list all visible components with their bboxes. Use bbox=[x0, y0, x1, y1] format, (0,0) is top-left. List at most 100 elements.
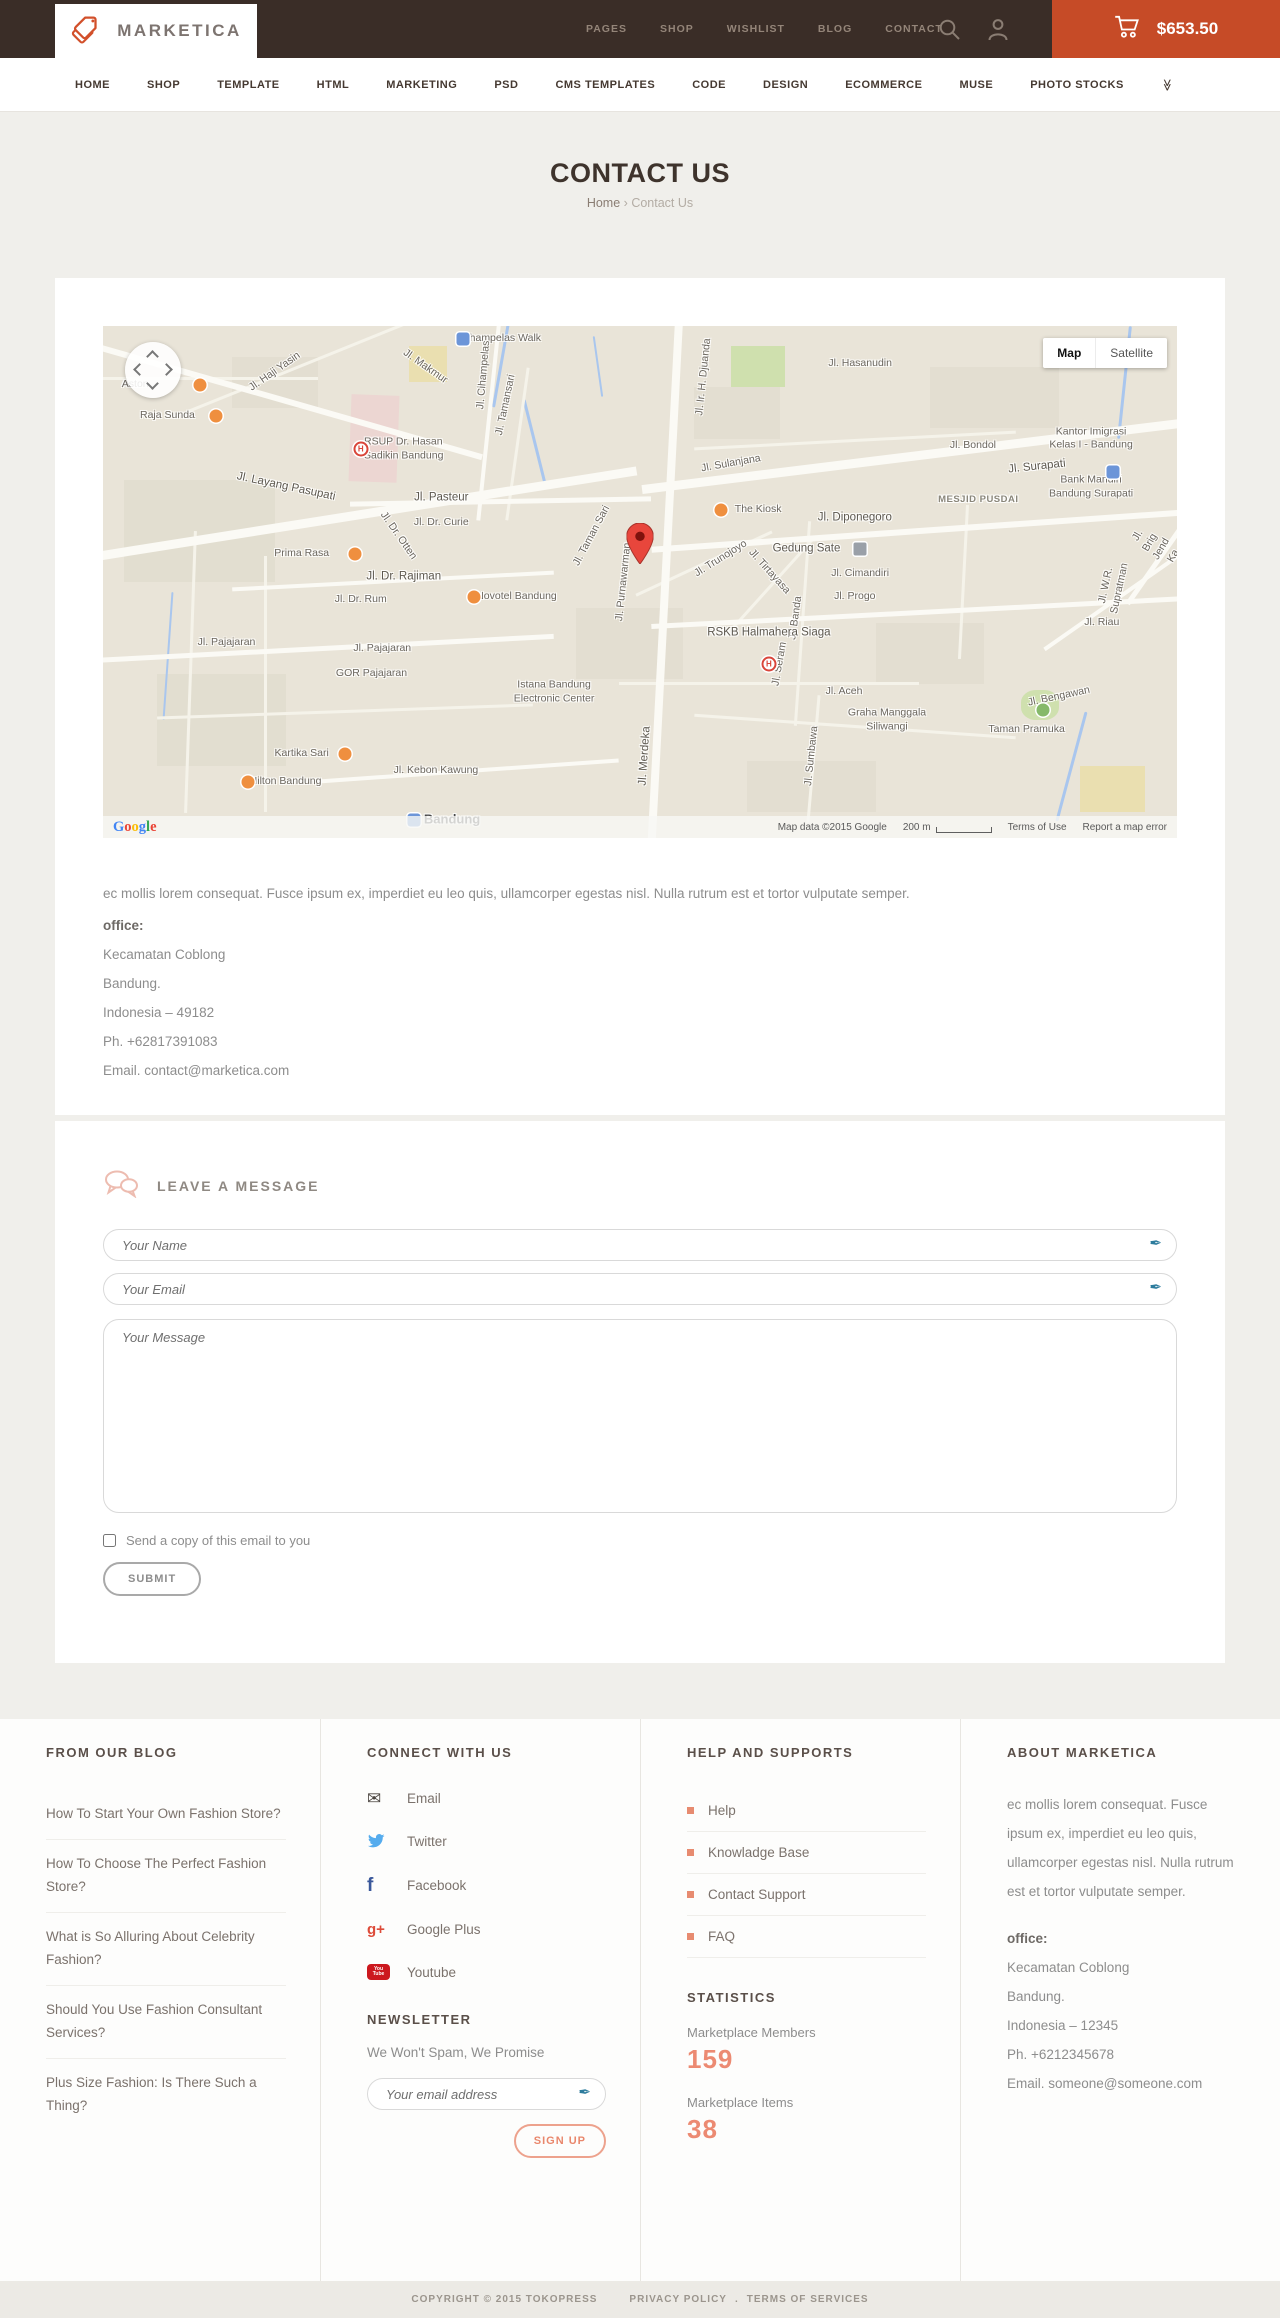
blog-link[interactable]: What is So Alluring About Celebrity Fash… bbox=[46, 1913, 286, 1986]
terms-of-use-link[interactable]: Terms of Use bbox=[1008, 822, 1067, 833]
google-map[interactable]: Cihampelas Walk Jl. Hasanudin Raja Sunda… bbox=[103, 326, 1177, 838]
nav-item-ecommerce[interactable]: ECOMMERCE bbox=[845, 79, 922, 91]
map-label: Jl. Hasanudin bbox=[828, 357, 892, 370]
breadcrumb-home-link[interactable]: Home bbox=[587, 196, 620, 210]
nav-item-shop[interactable]: SHOP bbox=[147, 79, 180, 91]
pan-up-icon[interactable] bbox=[146, 350, 159, 363]
map-pan-control[interactable] bbox=[125, 342, 181, 398]
nav-item-home[interactable]: HOME bbox=[75, 79, 110, 91]
nav-item-design[interactable]: DESIGN bbox=[763, 79, 808, 91]
map-scale-label: 200 m bbox=[902, 821, 931, 833]
address-line: Email. contact@marketica.com bbox=[103, 1063, 290, 1078]
cart-button[interactable]: $653.50 bbox=[1052, 0, 1280, 58]
blog-link[interactable]: Should You Use Fashion Consultant Servic… bbox=[46, 1986, 286, 2059]
map-pin[interactable] bbox=[626, 522, 654, 569]
copyright-text: COPYRIGHT © 2015 TOKOPRESS bbox=[411, 2294, 598, 2305]
newsletter-heading: NEWSLETTER bbox=[367, 2012, 472, 2027]
nav-item-cms-templates[interactable]: CMS TEMPLATES bbox=[555, 79, 655, 91]
members-count: 159 bbox=[687, 2044, 734, 2074]
map-label: Jl. Brig Jend Ka bbox=[1129, 527, 1177, 565]
copyright-separator: . bbox=[734, 2294, 739, 2305]
connect-googleplus-link[interactable]: g+ Google Plus bbox=[367, 1922, 606, 1937]
header-menu-pages[interactable]: PAGES bbox=[586, 23, 627, 35]
nav-item-template[interactable]: TEMPLATE bbox=[217, 79, 279, 91]
brand-logo[interactable]: MARKETICA bbox=[55, 4, 257, 58]
blog-link[interactable]: How To Choose The Perfect Fashion Store? bbox=[46, 1840, 286, 1913]
faq-link[interactable]: FAQ bbox=[687, 1916, 926, 1958]
map-label: Istana Bandung Electronic Center bbox=[513, 678, 595, 705]
newsletter-email-input[interactable] bbox=[367, 2078, 606, 2110]
help-label: FAQ bbox=[708, 1929, 736, 1944]
nav-more-chevron-icon[interactable]: ≫ bbox=[1160, 78, 1174, 91]
send-copy-label: Send a copy of this email to you bbox=[126, 1533, 311, 1548]
map-label: Cihampelas Walk bbox=[459, 331, 542, 344]
nav-item-psd[interactable]: PSD bbox=[494, 79, 518, 91]
footer-blog-column: FROM OUR BLOG How To Start Your Own Fash… bbox=[0, 1719, 320, 2281]
blog-link[interactable]: Plus Size Fashion: Is There Such a Thing… bbox=[46, 2059, 286, 2131]
search-icon[interactable] bbox=[938, 18, 961, 41]
terms-of-services-link[interactable]: TERMS OF SERVICES bbox=[747, 2294, 869, 2305]
header-menu-contact[interactable]: CONTACT bbox=[885, 23, 943, 35]
nav-item-html[interactable]: HTML bbox=[317, 79, 350, 91]
pen-icon: ✒ bbox=[1149, 1235, 1162, 1252]
contact-info-card: Cihampelas Walk Jl. Hasanudin Raja Sunda… bbox=[55, 278, 1225, 1115]
submit-button[interactable]: SUBMIT bbox=[103, 1562, 202, 1596]
blog-heading: FROM OUR BLOG bbox=[46, 1745, 178, 1760]
restaurant-poi-icon bbox=[338, 747, 352, 761]
header-menu-wishlist[interactable]: WISHLIST bbox=[727, 23, 785, 35]
map-label: Novotel Bandung bbox=[476, 590, 557, 603]
user-account-icon[interactable] bbox=[987, 18, 1009, 41]
pan-right-icon[interactable] bbox=[160, 363, 173, 376]
office-label: office: bbox=[103, 918, 144, 933]
address-line: Ph. +62817391083 bbox=[103, 1034, 218, 1049]
address-line: Ph. +6212345678 bbox=[1007, 2047, 1114, 2062]
pan-left-icon[interactable] bbox=[133, 363, 146, 376]
map-road-pajajaran bbox=[103, 633, 554, 664]
connect-twitter-link[interactable]: Twitter bbox=[367, 1834, 606, 1849]
message-textarea[interactable] bbox=[103, 1319, 1177, 1513]
connect-youtube-link[interactable]: You Tube Youtube bbox=[367, 1964, 606, 1980]
nav-item-code[interactable]: CODE bbox=[692, 79, 726, 91]
square-bullet-icon bbox=[687, 1933, 694, 1940]
map-label: Bank Mandiri Bandung Surapati bbox=[1049, 473, 1134, 500]
email-input[interactable] bbox=[103, 1273, 1177, 1305]
park-poi-icon bbox=[1036, 703, 1050, 717]
connect-email-link[interactable]: ✉ Email bbox=[367, 1790, 606, 1807]
pan-down-icon[interactable] bbox=[146, 377, 159, 390]
contact-support-link[interactable]: Contact Support bbox=[687, 1874, 926, 1916]
page-title: CONTACT US bbox=[550, 158, 730, 188]
satellite-button[interactable]: Satellite bbox=[1095, 338, 1167, 368]
name-input[interactable] bbox=[103, 1229, 1177, 1261]
signup-button[interactable]: SIGN UP bbox=[513, 2124, 606, 2158]
send-copy-checkbox[interactable] bbox=[103, 1534, 116, 1547]
twitter-icon bbox=[367, 1834, 391, 1849]
facebook-icon: f bbox=[367, 1875, 374, 1896]
send-copy-row: Send a copy of this email to you bbox=[103, 1533, 1177, 1548]
map-label: Jl. Taman Sari bbox=[570, 503, 612, 568]
privacy-policy-link[interactable]: PRIVACY POLICY bbox=[629, 2294, 727, 2305]
brand-name: MARKETICA bbox=[117, 21, 242, 40]
footer-about-column: ABOUT MARKETICA ec mollis lorem consequa… bbox=[960, 1719, 1280, 2281]
nav-item-muse[interactable]: MUSE bbox=[959, 79, 993, 91]
map-label: Taman Pramuka bbox=[988, 723, 1065, 736]
nav-item-photo-stocks[interactable]: PHOTO STOCKS bbox=[1030, 79, 1124, 91]
government-poi-icon bbox=[853, 542, 867, 556]
knowledge-base-link[interactable]: Knowladge Base bbox=[687, 1832, 926, 1874]
help-label: Help bbox=[708, 1803, 736, 1818]
form-heading: LEAVE A MESSAGE bbox=[157, 1178, 320, 1194]
report-map-error-link[interactable]: Report a map error bbox=[1083, 822, 1167, 833]
restaurant-poi-icon bbox=[714, 503, 728, 517]
map-label: Raja Sunda bbox=[140, 408, 195, 421]
connect-facebook-link[interactable]: f Facebook bbox=[367, 1876, 606, 1895]
map-label: RSKB Halmahera Siaga bbox=[707, 626, 831, 639]
header-menu-shop[interactable]: SHOP bbox=[660, 23, 694, 35]
bank-poi-icon bbox=[1106, 465, 1120, 479]
restaurant-poi-icon bbox=[209, 409, 223, 423]
nav-item-marketing[interactable]: MARKETING bbox=[386, 79, 457, 91]
header-menu-blog[interactable]: BLOG bbox=[818, 23, 852, 35]
map-label: Jl. Bondol bbox=[949, 439, 996, 452]
map-label: Jl. Dr. Rum bbox=[334, 593, 387, 606]
blog-link[interactable]: How To Start Your Own Fashion Store? bbox=[46, 1790, 286, 1840]
help-link[interactable]: Help bbox=[687, 1790, 926, 1832]
map-button[interactable]: Map bbox=[1043, 338, 1096, 368]
